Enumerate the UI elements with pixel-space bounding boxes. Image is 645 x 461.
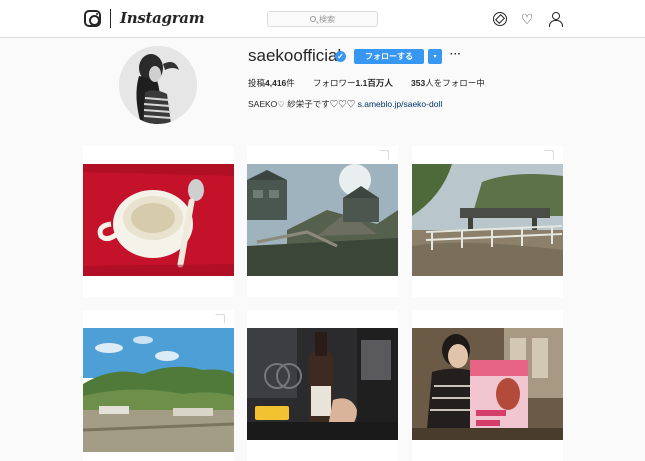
- multi-photo-icon: [214, 315, 224, 325]
- following-value: 353: [411, 78, 426, 88]
- following-count[interactable]: 353人をフォロー中: [411, 77, 485, 89]
- bio-link[interactable]: s.ameblo.jp/saeko-doll: [358, 99, 443, 109]
- posts-unit: 件: [286, 78, 295, 88]
- profile-avatar[interactable]: [119, 46, 197, 124]
- top-navigation-bar: Instagram 検索 ♡: [0, 0, 645, 38]
- search-input[interactable]: 検索: [267, 11, 378, 27]
- multi-photo-icon: [543, 151, 553, 161]
- profile-username: saekoofficial: [248, 46, 342, 65]
- post-magazine-cafe[interactable]: [412, 310, 563, 461]
- search-placeholder: 検索: [319, 14, 335, 24]
- heart-icon[interactable]: ♡: [520, 12, 534, 26]
- following-label: 人をフォロー中: [425, 78, 485, 88]
- verified-badge-icon: ✓: [335, 51, 346, 62]
- followers-count[interactable]: フォロワー1.1百万人: [313, 77, 393, 89]
- post-riverbank-bridge[interactable]: [412, 146, 563, 297]
- search-icon: [310, 16, 316, 22]
- followers-label: フォロワー: [313, 78, 356, 88]
- posts-label: 投稿: [248, 78, 266, 88]
- more-options-button[interactable]: ···: [450, 49, 462, 60]
- logo-divider: [110, 9, 111, 28]
- follow-dropdown-button[interactable]: ▾: [428, 49, 442, 64]
- profile-bio: SAEKO♡ 紗栄子です♡♡♡ s.ameblo.jp/saeko-doll: [248, 98, 442, 110]
- multi-photo-icon: [378, 151, 388, 161]
- follow-button[interactable]: フォローする: [354, 49, 424, 64]
- post-hillside-landscape[interactable]: [83, 310, 234, 461]
- person-icon[interactable]: [548, 12, 563, 27]
- post-soup-bowl[interactable]: [83, 146, 234, 297]
- post-village-rooftops[interactable]: [247, 146, 398, 297]
- posts-value: 4,416: [265, 78, 287, 88]
- bio-text: SAEKO♡ 紗栄子です♡♡♡: [248, 99, 358, 109]
- followers-value: 1.1: [355, 78, 368, 88]
- posts-count: 投稿4,416件: [248, 77, 295, 89]
- compass-icon[interactable]: [493, 12, 507, 26]
- post-bottle-in-hand[interactable]: [247, 310, 398, 461]
- instagram-logo-icon[interactable]: [84, 10, 101, 27]
- instagram-wordmark[interactable]: Instagram: [120, 9, 205, 27]
- followers-unit: 百万人: [367, 78, 393, 88]
